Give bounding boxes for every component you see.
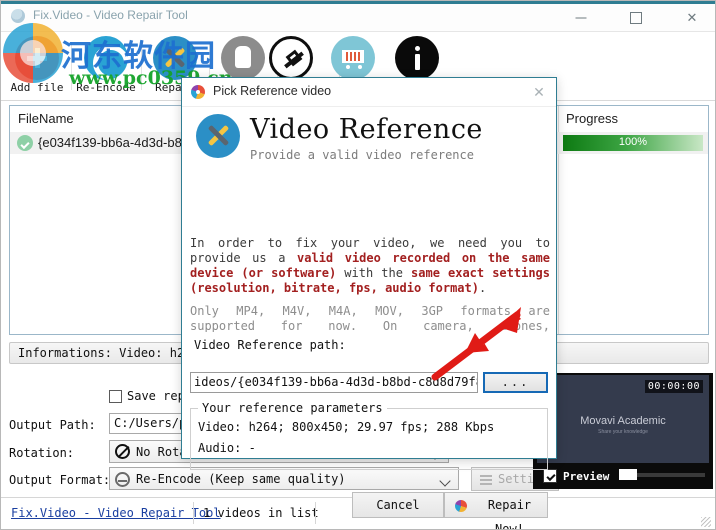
reference-parameters-group — [190, 408, 548, 470]
column-header-filename[interactable]: FileName — [18, 111, 74, 126]
maximize-button[interactable] — [613, 4, 659, 31]
output-format-label: Output Format: — [9, 473, 111, 487]
add-file-icon — [15, 36, 59, 80]
dialog-title: Pick Reference video — [213, 84, 332, 98]
chevron-down-icon — [439, 475, 451, 487]
window-controls: ✕ — [558, 4, 715, 31]
buy-cart-icon — [331, 36, 375, 80]
close-icon: ✕ — [686, 9, 698, 25]
settings-sliders-icon — [480, 474, 492, 486]
resize-grip[interactable] — [701, 517, 711, 527]
preview-seek-knob[interactable] — [619, 469, 637, 480]
status-divider — [193, 502, 194, 524]
app-icon — [11, 9, 25, 23]
output-format-value: Re-Encode (Keep same quality) — [136, 472, 346, 486]
repair-now-icon — [455, 500, 467, 512]
close-button[interactable]: ✕ — [669, 4, 715, 31]
repair-icon — [153, 36, 197, 80]
repair-now-label: Repair Now! — [487, 498, 532, 530]
preview-brand-text: Movavi Academic — [580, 415, 666, 427]
progress-label: 100% — [618, 136, 648, 148]
reference-video-params: Video: h264; 800x450; 29.97 fps; 288 Kbp… — [198, 420, 495, 434]
column-header-progress[interactable]: Progress — [566, 111, 618, 126]
toolbar-add-file-label: Add file — [10, 81, 64, 94]
video-reference-path-input[interactable]: ideos/{e034f139-bb6a-4d3d-b8bd-c8d8d79f8… — [190, 372, 478, 393]
preview-panel: 00:00:00 Movavi Academic Share your know… — [533, 373, 713, 489]
dialog-app-icon — [191, 85, 205, 99]
minimize-button[interactable] — [558, 4, 604, 31]
dialog-paragraph-2: Only MP4, M4V, M4A, MOV, 3GP formats are… — [190, 304, 550, 332]
application-window: Fix.Video - Video Repair Tool ✕ Add file… — [0, 0, 716, 530]
video-reference-icon — [196, 114, 240, 158]
preview-checkbox-label: Preview — [563, 470, 610, 483]
check-circle-icon — [17, 135, 33, 151]
reference-parameters-title: Your reference parameters — [198, 401, 387, 415]
status-video-count: 1 videos in list — [203, 506, 319, 520]
toolbar-add-file[interactable]: Add file — [5, 36, 69, 98]
clean-broom-icon — [269, 36, 313, 80]
output-path-label: Output Path: — [9, 418, 96, 432]
dialog-header-title: Video Reference — [250, 114, 483, 145]
title-bar: Fix.Video - Video Repair Tool ✕ — [1, 1, 715, 32]
toolbar-re-encode-label: Re-Encode — [76, 81, 136, 94]
video-reference-path-label: Video Reference path: — [194, 338, 346, 352]
re-encode-small-icon — [115, 472, 130, 487]
dialog-title-bar: Pick Reference video ✕ — [182, 78, 556, 107]
status-app-link[interactable]: Fix.Video - Video Repair Tool — [11, 506, 221, 520]
status-divider — [315, 502, 316, 524]
reference-audio-params: Audio: - — [198, 441, 256, 455]
info-icon — [395, 36, 439, 80]
browse-button[interactable]: ... — [483, 372, 548, 393]
repair-now-button[interactable]: Repair Now! — [444, 492, 548, 529]
output-format-combo[interactable]: Re-Encode (Keep same quality) — [109, 467, 459, 490]
para1-mid: with the — [336, 266, 412, 280]
rotation-label: Rotation: — [9, 446, 75, 460]
toolbar-re-encode[interactable]: Re-Encode — [74, 36, 138, 98]
dialog-close-icon[interactable]: ✕ — [528, 82, 550, 102]
re-encode-icon — [84, 36, 137, 89]
preview-timecode: 00:00:00 — [644, 380, 703, 393]
toolbar-divider — [71, 42, 72, 90]
preview-brand-subtext: Share your knowledge — [598, 429, 648, 435]
preview-video-surface[interactable]: 00:00:00 Movavi Academic Share your know… — [537, 375, 709, 463]
dialog-paragraph-1: In order to fix your video, we need you … — [190, 236, 550, 296]
save-report-checkbox[interactable] — [109, 390, 122, 403]
para1-end: . — [478, 281, 487, 295]
dialog-header-subtitle: Provide a valid video reference — [250, 148, 474, 162]
preview-checkbox[interactable] — [543, 469, 557, 483]
window-title: Fix.Video - Video Repair Tool — [33, 8, 188, 22]
pick-reference-video-dialog: Pick Reference video ✕ Video Reference P… — [181, 77, 557, 529]
cancel-button[interactable]: Cancel — [352, 492, 444, 518]
no-rotation-icon — [115, 444, 130, 459]
toolbar-divider — [141, 42, 142, 90]
